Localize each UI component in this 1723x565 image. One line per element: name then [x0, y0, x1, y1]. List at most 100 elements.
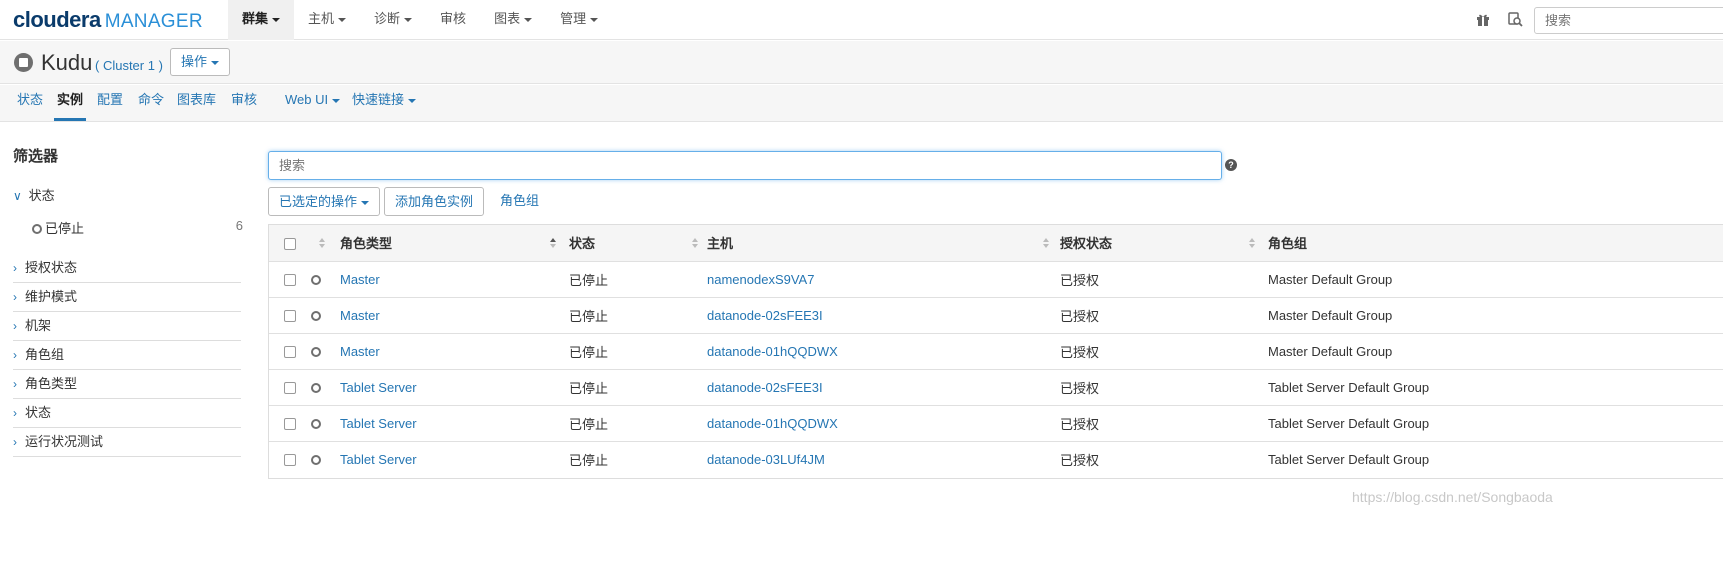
- filter-maintenance-mode[interactable]: › 维护模式: [13, 283, 241, 312]
- row-checkbox[interactable]: [284, 382, 296, 395]
- status-cell: 已停止: [569, 416, 609, 432]
- topnav-diagnostics[interactable]: 诊断: [360, 0, 426, 40]
- row-checkbox[interactable]: [284, 274, 296, 287]
- topnav-admin[interactable]: 管理: [546, 0, 612, 40]
- tab-audits[interactable]: 审核: [231, 85, 257, 121]
- filter-stopped-count: 6: [235, 218, 243, 233]
- role-group-cell: Tablet Server Default Group: [1268, 415, 1430, 431]
- column-role-group[interactable]: 角色组: [1268, 225, 1723, 261]
- topnav-admin-label: 管理: [560, 11, 587, 26]
- sort-icon[interactable]: [692, 238, 699, 248]
- topnav-clusters[interactable]: 群集: [228, 0, 295, 40]
- host-link[interactable]: datanode-03LUf4JM: [707, 452, 825, 467]
- add-role-instance-button[interactable]: 添加角色实例: [384, 187, 485, 216]
- topnav-charts[interactable]: 图表: [480, 0, 546, 40]
- stopped-status-icon: [311, 274, 321, 285]
- filter-stopped[interactable]: 已停止 6: [32, 218, 243, 236]
- column-authorization-status[interactable]: 授权状态: [1060, 225, 1268, 261]
- column-authorization-status-label: 授权状态: [1060, 236, 1113, 252]
- filter-role-group[interactable]: › 角色组: [13, 341, 241, 370]
- row-checkbox[interactable]: [284, 418, 296, 431]
- sort-icon[interactable]: [1043, 238, 1050, 248]
- selected-actions-button[interactable]: 已选定的操作: [268, 187, 381, 216]
- filter-section-label: 维护模式: [25, 289, 78, 304]
- status-cell: 已停止: [569, 380, 609, 396]
- service-actions-label: 操作: [181, 54, 208, 69]
- logo-brand: cloudera: [13, 7, 101, 32]
- row-checkbox[interactable]: [284, 454, 296, 467]
- stopped-status-icon: [14, 53, 33, 72]
- row-checkbox[interactable]: [284, 310, 296, 323]
- caret-down-icon: [272, 17, 281, 22]
- filter-section-label: 角色组: [25, 347, 65, 362]
- instances-search-input[interactable]: [268, 151, 1222, 180]
- tab-chart-library[interactable]: 图表库: [177, 85, 216, 121]
- tab-quick-links[interactable]: 快速链接: [352, 85, 417, 121]
- host-link[interactable]: datanode-02sFEE3I: [707, 308, 823, 323]
- tab-quick-links-label: 快速链接: [352, 92, 405, 107]
- filter-status[interactable]: › 状态: [13, 399, 241, 428]
- sort-ascending-icon[interactable]: [550, 238, 557, 248]
- column-role-type[interactable]: 角色类型: [340, 225, 569, 261]
- authorization-cell: 已授权: [1060, 344, 1100, 360]
- role-type-link[interactable]: Tablet Server: [340, 380, 417, 395]
- chevron-right-icon: ›: [13, 377, 17, 391]
- tab-instances[interactable]: 实例: [54, 85, 86, 121]
- host-link[interactable]: datanode-02sFEE3I: [707, 380, 823, 395]
- selected-actions-label: 已选定的操作: [279, 194, 358, 209]
- tab-status[interactable]: 状态: [17, 85, 43, 121]
- global-search-input[interactable]: [1534, 7, 1723, 34]
- tab-configuration[interactable]: 配置: [97, 85, 123, 121]
- gift-icon[interactable]: [1475, 11, 1491, 27]
- actions-row: 已选定的操作 添加角色实例 角色组: [268, 187, 551, 216]
- chevron-right-icon: ›: [13, 435, 17, 449]
- filter-authorization-status[interactable]: › 授权状态: [13, 254, 241, 283]
- filter-health-tests[interactable]: › 运行状况测试: [13, 428, 241, 457]
- chevron-right-icon: ›: [13, 319, 17, 333]
- topnav-hosts[interactable]: 主机: [294, 0, 360, 40]
- instances-table: 角色类型 状态 主机 授权状态 角色组 Master 已停止 namenodex…: [268, 224, 1723, 479]
- column-host-label: 主机: [707, 236, 734, 252]
- chevron-right-icon: ›: [13, 290, 17, 304]
- host-link[interactable]: namenodexS9VA7: [707, 272, 814, 287]
- topnav-audits[interactable]: 审核: [426, 0, 480, 40]
- sort-icon[interactable]: [1249, 238, 1256, 248]
- stopped-status-icon: [311, 382, 321, 393]
- cloudera-manager-logo[interactable]: cloudera MANAGER: [13, 7, 203, 33]
- status-cell: 已停止: [569, 308, 609, 324]
- role-type-link[interactable]: Master: [340, 344, 380, 359]
- role-type-link[interactable]: Tablet Server: [340, 452, 417, 467]
- authorization-cell: 已授权: [1060, 272, 1100, 288]
- status-cell: 已停止: [569, 344, 609, 360]
- host-link[interactable]: datanode-01hQQDWX: [707, 416, 838, 431]
- tab-web-ui[interactable]: Web UI: [285, 85, 341, 121]
- role-group-cell: Master Default Group: [1268, 307, 1393, 323]
- help-icon[interactable]: ?: [1225, 159, 1237, 171]
- authorization-cell: 已授权: [1060, 452, 1100, 468]
- tab-commands[interactable]: 命令: [138, 85, 164, 121]
- sort-icon[interactable]: [319, 238, 326, 248]
- watermark: https://blog.csdn.net/Songbaoda: [1352, 489, 1553, 505]
- stopped-status-icon: [32, 224, 42, 234]
- column-status[interactable]: 状态: [569, 225, 707, 261]
- role-group-cell: Master Default Group: [1268, 343, 1393, 359]
- caret-down-icon: [524, 17, 533, 22]
- role-type-link[interactable]: Tablet Server: [340, 416, 417, 431]
- caret-down-icon: [338, 17, 347, 22]
- service-actions-button[interactable]: 操作: [170, 48, 231, 76]
- select-all-checkbox[interactable]: [284, 237, 296, 250]
- row-checkbox[interactable]: [284, 346, 296, 359]
- filter-rack[interactable]: › 机架: [13, 312, 241, 341]
- role-type-link[interactable]: Master: [340, 308, 380, 323]
- table-row: Tablet Server 已停止 datanode-01hQQDWX 已授权 …: [269, 405, 1723, 441]
- role-type-link[interactable]: Master: [340, 272, 380, 287]
- role-groups-link[interactable]: 角色组: [488, 187, 551, 216]
- cluster-link[interactable]: ( Cluster 1 ): [95, 58, 163, 73]
- filter-role-type[interactable]: › 角色类型: [13, 370, 241, 399]
- host-link[interactable]: datanode-01hQQDWX: [707, 344, 838, 359]
- column-host[interactable]: 主机: [707, 225, 1060, 261]
- filters-title: 筛选器: [13, 148, 59, 165]
- filter-section-label: 状态: [25, 405, 52, 420]
- search-history-icon[interactable]: [1507, 11, 1523, 27]
- filter-status-expanded[interactable]: ∨ 状态: [13, 182, 241, 211]
